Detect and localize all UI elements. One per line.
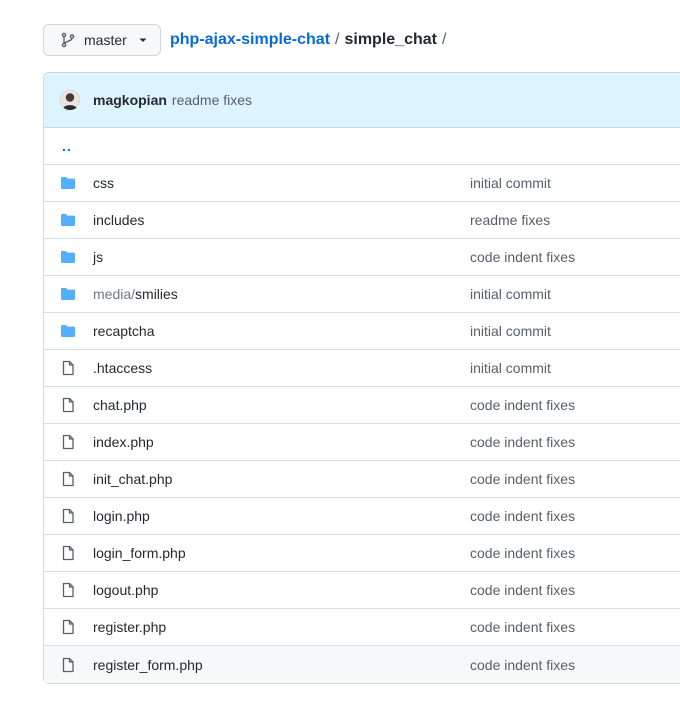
folder-icon: [44, 323, 93, 339]
file-name-link[interactable]: login.php: [93, 508, 470, 524]
file-name-link[interactable]: media/smilies: [93, 286, 470, 302]
avatar[interactable]: [60, 90, 80, 110]
file-icon: [44, 360, 93, 376]
commit-message-link[interactable]: code indent fixes: [470, 471, 575, 487]
file-row[interactable]: recaptcha initial commit: [44, 313, 680, 350]
file-row[interactable]: register.php code indent fixes: [44, 609, 680, 646]
file-name-link[interactable]: .htaccess: [93, 360, 470, 376]
file-name: recaptcha: [93, 323, 155, 339]
commit-message-link[interactable]: initial commit: [470, 286, 551, 302]
file-list: css initial commit includes readme fixes js c…: [44, 165, 680, 683]
file-name: js: [93, 249, 104, 265]
branch-select-button[interactable]: master: [43, 24, 161, 56]
commit-message-link[interactable]: code indent fixes: [470, 249, 575, 265]
file-name-link[interactable]: register_form.php: [93, 657, 470, 673]
file-name: login.php: [93, 508, 150, 524]
breadcrumb-separator: /: [335, 31, 340, 48]
avatar-image-icon: [60, 90, 80, 110]
commit-message-link[interactable]: initial commit: [470, 323, 551, 339]
file-name: smilies: [135, 286, 178, 302]
file-row[interactable]: login.php code indent fixes: [44, 498, 680, 535]
file-name-link[interactable]: login_form.php: [93, 545, 470, 561]
file-name-link[interactable]: init_chat.php: [93, 471, 470, 487]
file-name: css: [93, 175, 114, 191]
file-row[interactable]: .htaccess initial commit: [44, 350, 680, 387]
commit-message-link[interactable]: code indent fixes: [470, 508, 575, 524]
file-row[interactable]: register_form.php code indent fixes: [44, 646, 680, 683]
parent-directory-link[interactable]: ..: [44, 138, 72, 154]
folder-icon: [44, 286, 93, 302]
file-name: login_form.php: [93, 545, 186, 561]
file-name-link[interactable]: logout.php: [93, 582, 470, 598]
commit-message-link[interactable]: initial commit: [470, 360, 551, 376]
commit-message-link[interactable]: initial commit: [470, 175, 551, 191]
file-icon: [44, 397, 93, 413]
file-path-prefix: media/: [93, 286, 136, 302]
folder-icon: [44, 175, 93, 191]
file-row[interactable]: chat.php code indent fixes: [44, 387, 680, 424]
branch-label: master: [84, 32, 127, 48]
breadcrumb-separator: /: [441, 31, 447, 48]
breadcrumb: php-ajax-simple-chat / simple_chat /: [170, 31, 451, 49]
commit-message-link[interactable]: code indent fixes: [470, 434, 575, 450]
file-row[interactable]: css initial commit: [44, 165, 680, 202]
commit-message-link[interactable]: code indent fixes: [470, 545, 575, 561]
commit-message-link[interactable]: readme fixes: [470, 212, 550, 228]
folder-icon: [44, 249, 93, 265]
file-name: includes: [93, 212, 145, 228]
file-name: chat.php: [93, 397, 147, 413]
file-icon: [44, 582, 93, 598]
file-name-link[interactable]: css: [93, 175, 470, 191]
commit-message-link[interactable]: code indent fixes: [470, 657, 575, 673]
caret-down-icon: [139, 38, 147, 42]
parent-directory-row[interactable]: ..: [44, 128, 680, 165]
commit-author-link[interactable]: magkopian: [93, 92, 167, 108]
file-name: index.php: [93, 434, 154, 450]
file-name: .htaccess: [93, 360, 153, 376]
file-row[interactable]: includes readme fixes: [44, 202, 680, 239]
latest-commit-bar: magkopian readme fixes: [44, 73, 680, 128]
folder-icon: [44, 212, 93, 228]
file-row[interactable]: js code indent fixes: [44, 239, 680, 276]
file-name-link[interactable]: chat.php: [93, 397, 470, 413]
file-row[interactable]: logout.php code indent fixes: [44, 572, 680, 609]
commit-message-link[interactable]: readme fixes: [172, 92, 252, 108]
file-icon: [44, 471, 93, 487]
file-name-link[interactable]: recaptcha: [93, 323, 470, 339]
file-row[interactable]: media/smilies initial commit: [44, 276, 680, 313]
commit-message-link[interactable]: code indent fixes: [470, 582, 575, 598]
file-row[interactable]: index.php code indent fixes: [44, 424, 680, 461]
file-icon: [44, 508, 93, 524]
file-name: init_chat.php: [93, 471, 173, 487]
file-name-link[interactable]: includes: [93, 212, 470, 228]
file-browser: magkopian readme fixes .. css initial com…: [43, 72, 680, 684]
file-icon: [44, 545, 93, 561]
commit-message-link[interactable]: code indent fixes: [470, 397, 575, 413]
breadcrumb-current-folder: simple_chat: [344, 31, 437, 48]
file-name-link[interactable]: index.php: [93, 434, 470, 450]
repo-toolbar: master php-ajax-simple-chat / simple_cha…: [43, 24, 451, 56]
commit-message-link[interactable]: code indent fixes: [470, 619, 575, 635]
file-row[interactable]: login_form.php code indent fixes: [44, 535, 680, 572]
git-branch-icon: [61, 32, 75, 48]
file-name: logout.php: [93, 582, 159, 598]
file-name-link[interactable]: js: [93, 249, 470, 265]
file-row[interactable]: init_chat.php code indent fixes: [44, 461, 680, 498]
file-icon: [44, 619, 93, 635]
file-name-link[interactable]: register.php: [93, 619, 470, 635]
file-name: register_form.php: [93, 656, 203, 673]
file-icon: [44, 434, 93, 450]
breadcrumb-repo-link[interactable]: php-ajax-simple-chat: [170, 31, 330, 49]
file-icon: [44, 657, 93, 673]
file-name: register.php: [93, 619, 167, 635]
